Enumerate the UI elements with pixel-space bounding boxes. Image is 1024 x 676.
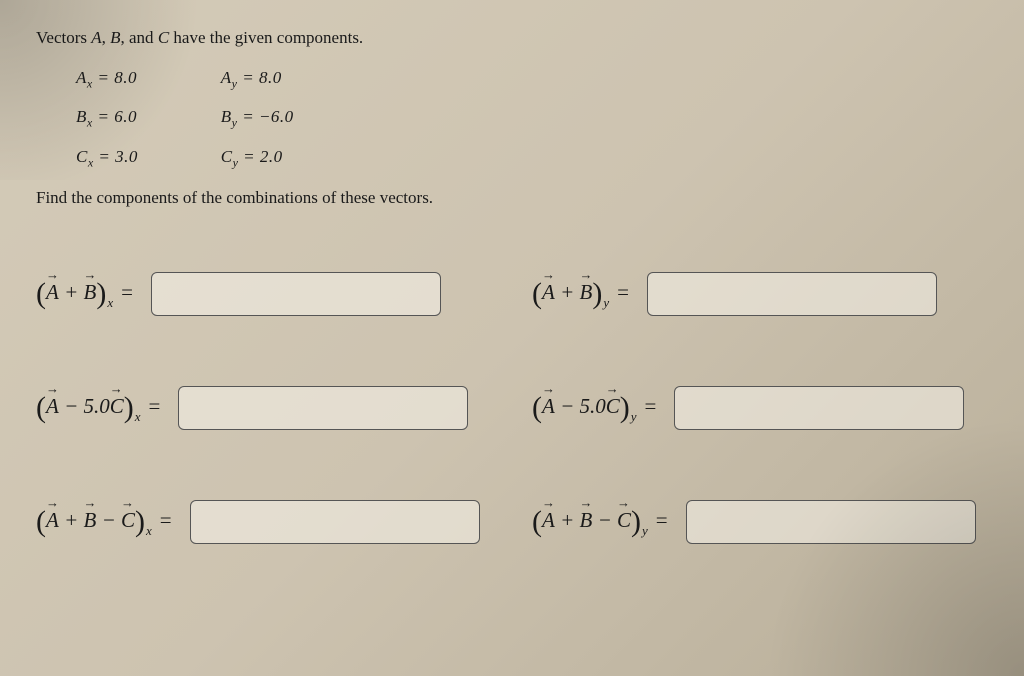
expr-label: (A + B)x= [36, 277, 141, 311]
answer-Am5C-y: (A − 5.0C)y= [532, 386, 988, 430]
expr-label: (A − 5.0C)y= [532, 391, 664, 425]
expr-label: (A + B − C)x= [36, 505, 180, 539]
value-By: By = −6.0 [221, 107, 361, 130]
value-Bx: Bx = 6.0 [76, 107, 216, 130]
expr-label: (A + B − C)y= [532, 505, 676, 539]
value-row-B: Bx = 6.0 By = −6.0 [76, 107, 988, 130]
answer-input-ApB-x[interactable] [151, 272, 441, 316]
value-Cx: Cx = 3.0 [76, 147, 216, 170]
answer-input-Am5C-x[interactable] [178, 386, 468, 430]
answer-input-ApB-y[interactable] [647, 272, 937, 316]
answer-ApBmC-y: (A + B − C)y= [532, 500, 988, 544]
answer-ApBmC-x: (A + B − C)x= [36, 500, 492, 544]
answer-input-ApBmC-x[interactable] [190, 500, 480, 544]
value-Ay: Ay = 8.0 [221, 68, 361, 91]
given-values: Ax = 8.0 Ay = 8.0 Bx = 6.0 By = −6.0 Cx … [76, 68, 988, 170]
answer-Am5C-x: (A − 5.0C)x= [36, 386, 492, 430]
value-Cy: Cy = 2.0 [221, 147, 361, 170]
value-row-A: Ax = 8.0 Ay = 8.0 [76, 68, 988, 91]
find-statement: Find the components of the combinations … [36, 188, 988, 208]
expr-label: (A − 5.0C)x= [36, 391, 168, 425]
value-Ax: Ax = 8.0 [76, 68, 216, 91]
answer-ApB-x: (A + B)x= [36, 272, 492, 316]
value-row-C: Cx = 3.0 Cy = 2.0 [76, 147, 988, 170]
problem-intro: Vectors A, B, and C have the given compo… [36, 28, 988, 48]
answer-ApB-y: (A + B)y= [532, 272, 988, 316]
answer-input-Am5C-y[interactable] [674, 386, 964, 430]
expr-label: (A + B)y= [532, 277, 637, 311]
answer-input-ApBmC-y[interactable] [686, 500, 976, 544]
answers-grid: (A + B)x= (A + B)y= (A − 5.0C)x= (A − 5.… [36, 272, 988, 544]
